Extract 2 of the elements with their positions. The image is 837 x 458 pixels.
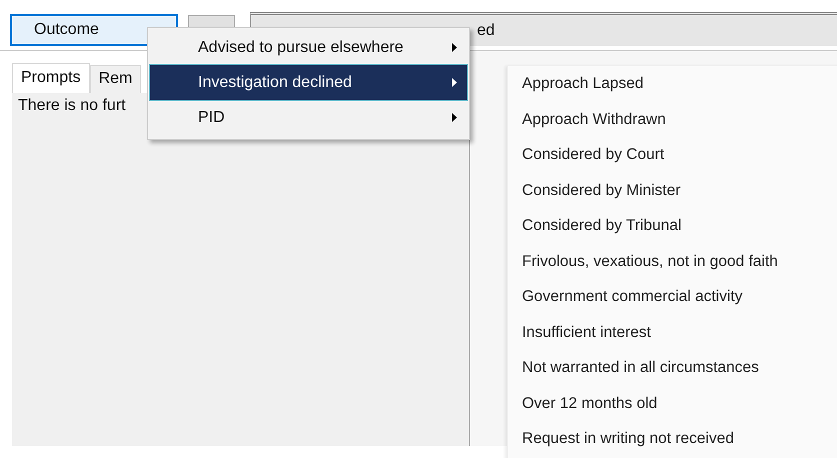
panel-text: There is no furt	[18, 97, 126, 114]
field-text: ed	[477, 22, 495, 40]
